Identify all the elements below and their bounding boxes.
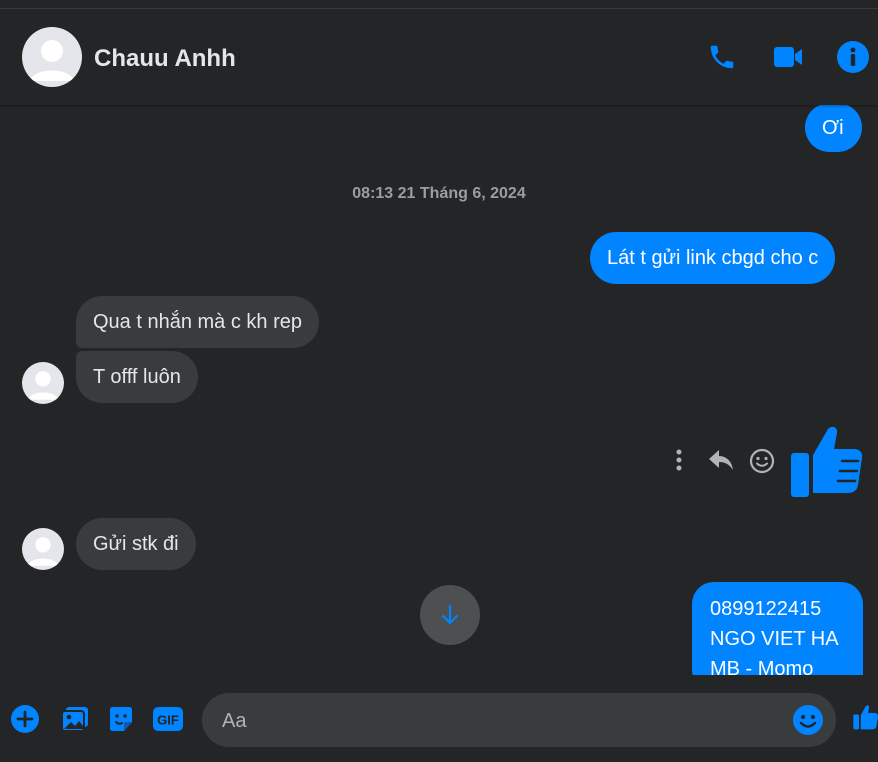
conversation-header: Chauu Anhh <box>0 9 878 105</box>
gif-icon[interactable]: GIF <box>152 703 184 735</box>
message-incoming[interactable]: Qua t nhắn mà c kh rep <box>76 296 320 348</box>
default-avatar-icon <box>27 371 59 400</box>
message-incoming[interactable]: T offf luôn <box>76 351 198 403</box>
message-outgoing[interactable]: 0899122415 NGO VIET HA MB - Momo <box>692 582 863 675</box>
arrow-down-icon <box>441 604 459 625</box>
message-input[interactable] <box>220 693 784 749</box>
message-list[interactable]: Ơi 08:13 21 Tháng 6, 2024 Lát t gửi link… <box>0 105 878 675</box>
like-send-icon[interactable] <box>850 701 878 733</box>
contact-avatar[interactable] <box>22 27 82 87</box>
message-line: MB - Momo <box>710 658 814 675</box>
info-icon[interactable] <box>836 40 870 74</box>
sender-avatar <box>22 362 64 404</box>
reply-icon[interactable] <box>706 447 736 473</box>
message-timestamp: 08:13 21 Tháng 6, 2024 <box>352 185 526 202</box>
message-input-wrapper <box>202 693 836 749</box>
plus-icon[interactable] <box>9 703 41 735</box>
message-outgoing[interactable]: Lát t gửi link cbgd cho c <box>590 232 836 284</box>
contact-name[interactable]: Chauu Anhh <box>94 45 236 73</box>
thumbs-up-sticker-icon[interactable] <box>788 423 864 499</box>
sticker-icon[interactable] <box>105 703 137 735</box>
phone-icon[interactable] <box>705 40 739 74</box>
message-outgoing[interactable]: Ơi <box>805 105 862 152</box>
message-incoming[interactable]: Gửi stk đi <box>76 518 196 570</box>
message-line: 0899122415 <box>710 598 822 620</box>
image-icon[interactable] <box>59 703 91 735</box>
sender-avatar <box>22 528 64 570</box>
video-camera-icon[interactable] <box>771 40 805 74</box>
message-composer: GIF <box>0 675 878 762</box>
emoji-reaction-icon[interactable] <box>748 447 776 475</box>
scroll-to-bottom-button[interactable] <box>420 585 480 645</box>
more-options-icon[interactable] <box>668 449 690 471</box>
emoji-icon[interactable] <box>792 704 824 736</box>
gif-label: GIF <box>157 713 179 728</box>
default-avatar-icon <box>27 537 59 566</box>
default-avatar-icon <box>30 40 74 81</box>
message-line: NGO VIET HA <box>710 628 839 650</box>
